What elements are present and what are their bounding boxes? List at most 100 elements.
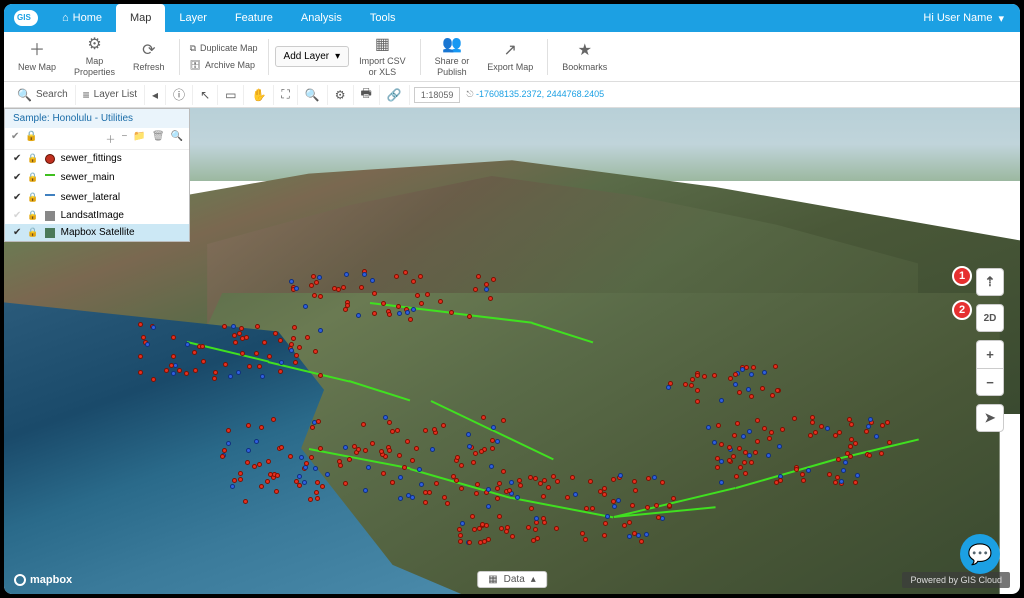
- tab-analysis[interactable]: Analysis: [287, 4, 356, 32]
- separator: [420, 39, 421, 75]
- search-icon[interactable]: 🔍: [171, 131, 183, 146]
- chevron-down-icon: ▾: [998, 12, 1004, 25]
- annotation-1: 1: [952, 266, 972, 286]
- link-button[interactable]: 🔗: [380, 85, 410, 105]
- compass-button[interactable]: ⇡: [976, 268, 1004, 296]
- point-symbol-icon: [45, 154, 55, 164]
- info-icon: ⓘ: [173, 86, 185, 103]
- data-panel-toggle[interactable]: ▦ Data ▴: [477, 571, 547, 588]
- table-icon: ▦: [488, 574, 497, 585]
- layer-item-sewer-lateral[interactable]: ✔ 🔒 sewer_lateral: [5, 187, 189, 207]
- ribbon: ＋New Map ⚙Map Properties ⟳Refresh ⧉Dupli…: [4, 32, 1020, 82]
- archive-icon: 🗄: [190, 60, 201, 71]
- main-tabs: ⌂Home Map Layer Feature Analysis Tools: [48, 4, 410, 32]
- map-properties-button[interactable]: ⚙Map Properties: [66, 31, 123, 82]
- remove-icon[interactable]: −: [122, 131, 128, 146]
- zoom-out-button[interactable]: −: [976, 368, 1004, 396]
- layer-panel: Sample: Honolulu - Utilities ✔ 🔒 ＋ − 📁 🗑…: [4, 108, 190, 242]
- refresh-button[interactable]: ⟳Refresh: [125, 37, 173, 77]
- tab-map[interactable]: Map: [116, 4, 165, 32]
- plus-icon: ＋: [29, 41, 45, 60]
- lock-icon: 🔒: [27, 192, 38, 203]
- locate-button[interactable]: ➤: [976, 404, 1004, 432]
- lock-icon: 🔒: [27, 153, 38, 164]
- link-icon: 🔗: [387, 88, 402, 102]
- map-controls: ⇡ 2D + − ➤: [976, 268, 1004, 432]
- chat-button[interactable]: 💬: [960, 534, 1000, 574]
- layer-item-sewer-fittings[interactable]: ✔ 🔒 sewer_fittings: [5, 150, 189, 167]
- add-icon[interactable]: ＋: [106, 131, 116, 146]
- layer-item-sewer-main[interactable]: ✔ 🔒 sewer_main: [5, 167, 189, 187]
- folder-icon[interactable]: 📁: [133, 131, 145, 146]
- copy-icon: ⧉: [190, 43, 196, 54]
- tab-layer[interactable]: Layer: [165, 4, 221, 32]
- square-icon: ▭: [225, 88, 236, 102]
- pointer-button[interactable]: ↖: [193, 85, 218, 105]
- search-button[interactable]: 🔍Search: [10, 85, 76, 105]
- export-icon: ↗: [504, 41, 517, 60]
- check-all-icon[interactable]: ✔: [11, 131, 19, 146]
- users-icon: 👥: [442, 35, 462, 54]
- tab-feature[interactable]: Feature: [221, 4, 287, 32]
- share-button[interactable]: 👥Share or Publish: [427, 31, 478, 82]
- top-nav: ⌂Home Map Layer Feature Analysis Tools H…: [4, 4, 1020, 32]
- layer-panel-title[interactable]: Sample: Honolulu - Utilities: [5, 109, 189, 128]
- zoomin-icon: 🔍: [305, 88, 320, 102]
- map-canvas[interactable]: Sample: Honolulu - Utilities ✔ 🔒 ＋ − 📁 🗑…: [4, 108, 1020, 594]
- pan-button[interactable]: ✋: [244, 85, 274, 105]
- zoom-in-button[interactable]: +: [976, 340, 1004, 368]
- prev-button[interactable]: ◂: [145, 85, 166, 105]
- lock-icon: 🔒: [27, 227, 38, 238]
- separator: [268, 39, 269, 75]
- chevron-left-icon: ◂: [152, 88, 158, 102]
- extent-icon: ⛶: [281, 87, 289, 102]
- bookmarks-button[interactable]: ★Bookmarks: [554, 37, 615, 77]
- lock-icon: 🔒: [27, 172, 38, 183]
- layer-panel-toolbar: ✔ 🔒 ＋ − 📁 🗑 🔍: [5, 128, 189, 150]
- chevron-down-icon: ▾: [335, 51, 340, 62]
- home-icon: ⌂: [62, 12, 69, 24]
- table-icon: ▦: [375, 35, 390, 54]
- archive-map-button[interactable]: 🗄Archive Map: [186, 58, 262, 73]
- coordinates-display[interactable]: ⎋ -17608135.2372, 2444768.2405: [466, 89, 604, 100]
- star-icon: ★: [578, 41, 592, 60]
- duplicate-map-button[interactable]: ⧉Duplicate Map: [186, 41, 262, 56]
- extent-button[interactable]: ⛶: [274, 85, 297, 105]
- gear-icon: ⚙: [87, 35, 101, 54]
- layer-item-landsat[interactable]: ✔ 🔒 LandsatImage: [5, 207, 189, 224]
- trash-icon[interactable]: 🗑: [152, 131, 165, 146]
- mapbox-attribution[interactable]: mapbox: [14, 574, 72, 586]
- layer-list-button[interactable]: ≡Layer List: [76, 85, 145, 105]
- import-csv-button[interactable]: ▦Import CSV or XLS: [351, 31, 414, 82]
- 2d-toggle-button[interactable]: 2D: [976, 304, 1004, 332]
- mapbox-icon: [14, 574, 26, 586]
- tab-home[interactable]: ⌂Home: [48, 4, 116, 32]
- check-icon: ✔: [13, 210, 21, 221]
- separator: [547, 39, 548, 75]
- select-rect-button[interactable]: ▭: [218, 85, 244, 105]
- lock-icon[interactable]: 🔒: [25, 131, 37, 146]
- pointer-icon: ↖: [200, 88, 210, 102]
- print-button[interactable]: 🖶: [354, 85, 380, 105]
- check-icon: ✔: [13, 172, 21, 183]
- gear-icon: ⚙: [335, 88, 346, 102]
- layer-item-mapbox-satellite[interactable]: ✔ 🔒 Mapbox Satellite: [5, 224, 189, 241]
- new-map-button[interactable]: ＋New Map: [10, 37, 64, 77]
- user-menu[interactable]: Hi User Name ▾: [907, 12, 1020, 25]
- chevron-up-icon: ▴: [531, 574, 536, 585]
- add-layer-button[interactable]: Add Layer▾: [275, 46, 350, 67]
- annotation-2: 2: [952, 300, 972, 320]
- raster-symbol-icon: [45, 211, 55, 221]
- chat-icon: 💬: [968, 542, 993, 567]
- info-button[interactable]: ⓘ: [166, 85, 193, 105]
- logo[interactable]: [4, 10, 48, 26]
- hand-icon: ✋: [251, 88, 266, 102]
- scale-display[interactable]: 1:18059: [414, 87, 461, 103]
- export-button[interactable]: ↗Export Map: [479, 37, 541, 77]
- tab-tools[interactable]: Tools: [356, 4, 410, 32]
- settings-button[interactable]: ⚙: [328, 85, 354, 105]
- search-icon: 🔍: [17, 88, 32, 102]
- check-icon: ✔: [13, 227, 21, 238]
- check-icon: ✔: [13, 192, 21, 203]
- zoom-button[interactable]: 🔍: [298, 85, 328, 105]
